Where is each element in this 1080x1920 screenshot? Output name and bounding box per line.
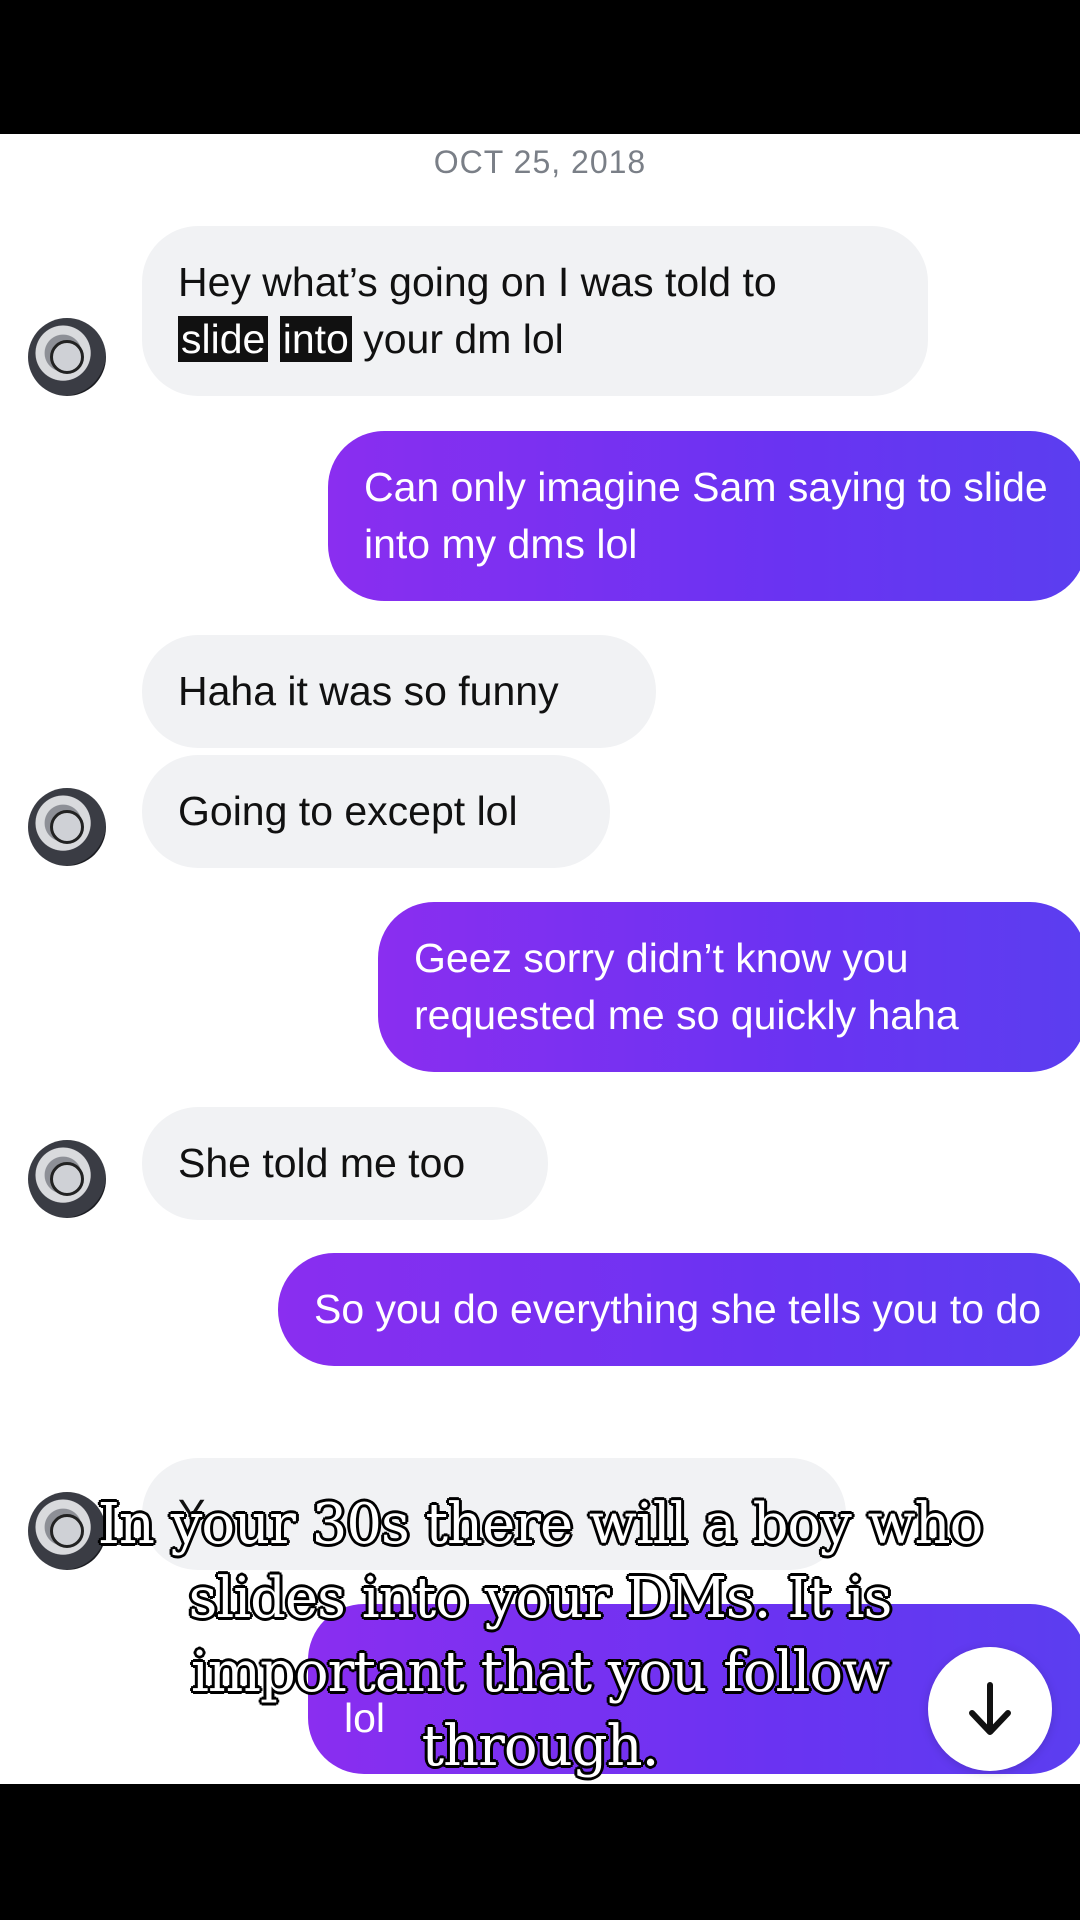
message-outgoing[interactable]: Geez sorry didn’t know you requested me … <box>378 902 1080 1072</box>
watch-avatar-icon[interactable] <box>28 318 106 396</box>
message-text: Haha it was so funny <box>178 668 559 714</box>
message-incoming[interactable]: She told me too <box>142 1107 548 1220</box>
message-text: Geez sorry didn’t know you requested me … <box>414 935 959 1038</box>
message-text: Hey what’s going on I was told to <box>178 259 777 305</box>
message-text: So you do everything she tells you to do <box>314 1286 1042 1332</box>
message-outgoing[interactable]: Can only imagine Sam saying to slide int… <box>328 431 1080 601</box>
message-incoming[interactable]: Haha it was so funny <box>142 635 656 748</box>
highlighted-word: into <box>279 316 352 362</box>
message-outgoing[interactable]: So you do everything she tells you to do <box>278 1253 1080 1366</box>
message-incoming[interactable]: Hey what’s going on I was told to slide … <box>142 226 928 396</box>
watch-avatar-icon[interactable] <box>28 1140 106 1218</box>
highlighted-word: slide <box>178 316 269 362</box>
video-caption: In your 30s there will a boy who slides … <box>97 1492 984 1779</box>
message-text: She told me too <box>178 1140 466 1186</box>
message-text: your dm lol <box>363 316 564 362</box>
watch-avatar-icon[interactable] <box>28 788 106 866</box>
message-text: Can only imagine Sam saying to slide int… <box>364 464 1048 567</box>
date-header: OCT 25, 2018 <box>433 144 647 180</box>
message-incoming[interactable]: Going to except lol <box>142 755 610 868</box>
message-text: Going to except lol <box>178 788 518 834</box>
